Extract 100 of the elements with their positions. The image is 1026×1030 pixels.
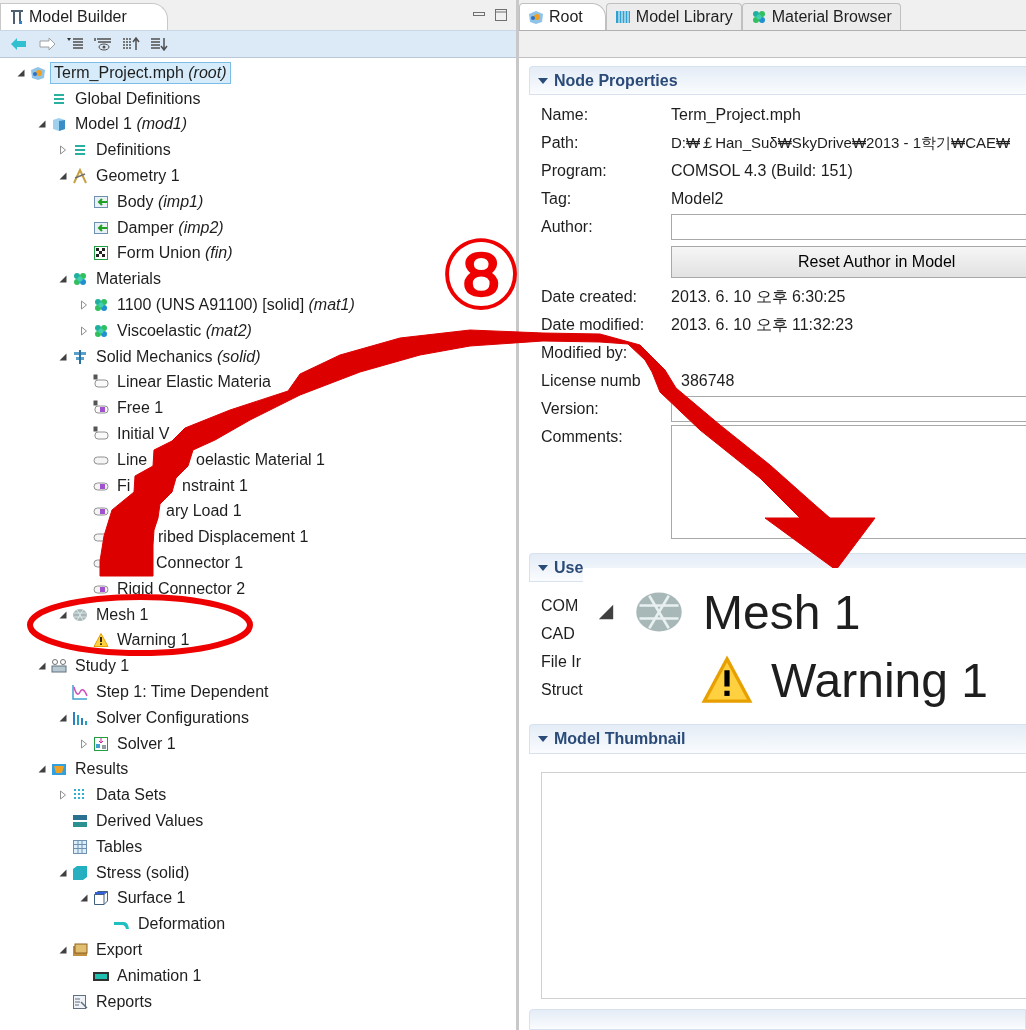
- expand-toggle[interactable]: [79, 300, 89, 311]
- reset-author-button[interactable]: Reset Author in Model: [671, 246, 1026, 279]
- expand-toggle[interactable]: [58, 790, 68, 801]
- solver-icon: [93, 735, 109, 752]
- books-icon: [614, 9, 631, 25]
- molecule-icon: [750, 9, 767, 25]
- tree-item[interactable]: ary Load 1: [166, 498, 242, 525]
- tree-item[interactable]: Form Union (fin): [113, 242, 237, 265]
- expand-toggle[interactable]: [58, 609, 68, 620]
- tree-item[interactable]: Export: [92, 939, 147, 961]
- expand-toggle[interactable]: [58, 171, 68, 182]
- bars-icon: [72, 709, 88, 726]
- row-label: File Ir: [541, 653, 581, 672]
- section-header[interactable]: Node Properties: [529, 66, 1026, 96]
- expand-toggle[interactable]: [58, 274, 68, 285]
- tree-item[interactable]: Data Sets: [92, 784, 171, 807]
- tree-item[interactable]: Fi: [113, 474, 135, 497]
- field-label: Name:: [541, 105, 590, 126]
- tree-item[interactable]: Deformation: [134, 913, 230, 936]
- warning-icon: [701, 654, 753, 706]
- expand-toggle[interactable]: [37, 661, 47, 672]
- tree-item[interactable]: Term_Project.mph (root): [50, 61, 231, 84]
- maximize-icon[interactable]: [494, 8, 508, 22]
- expand-toggle[interactable]: [58, 145, 68, 156]
- tree-item[interactable]: 1100 (UNS A91100) [solid] (mat1): [113, 294, 359, 317]
- section-header[interactable]: Model Thumbnail: [529, 724, 1026, 754]
- tree-item[interactable]: Surface 1: [113, 887, 190, 910]
- forward-icon[interactable]: [38, 37, 56, 51]
- tree-item[interactable]: Results: [71, 758, 133, 781]
- cube-icon: [72, 864, 88, 881]
- tab[interactable]: Root: [519, 3, 606, 30]
- expand-toggle[interactable]: [79, 325, 89, 336]
- tree-item[interactable]: oelastic Material 1: [196, 446, 325, 473]
- tree-item[interactable]: Solver 1: [113, 732, 180, 755]
- tree-item[interactable]: Line: [113, 448, 152, 471]
- mesh-icon: [72, 606, 88, 623]
- boundary-icon: [93, 400, 109, 417]
- tree-item[interactable]: nstraint 1: [182, 472, 248, 499]
- expand-toggle[interactable]: [79, 738, 89, 749]
- tree-item[interactable]: Derived Values: [92, 810, 208, 832]
- expand-toggle[interactable]: [58, 712, 68, 723]
- tree-item[interactable]: Free 1: [113, 397, 168, 420]
- field-value: D:₩￡Han_Suδ₩SkyDrive₩2013 - 1학기₩CAE₩: [671, 132, 1012, 153]
- expand-toggle[interactable]: [58, 945, 68, 955]
- tree-item[interactable]: Step 1: Time Dependent: [92, 681, 273, 703]
- wireframe-box-icon: [93, 890, 109, 907]
- inset-label: Mesh 1: [703, 584, 861, 640]
- expand-toggle[interactable]: [37, 764, 47, 775]
- expand-toggle[interactable]: [79, 893, 89, 904]
- field-label: Version:: [541, 399, 600, 420]
- tree-item[interactable]: ribed Displacement 1: [158, 524, 309, 551]
- tab[interactable]: Material Browser: [741, 3, 901, 30]
- row-label: COM: [541, 597, 579, 616]
- tab[interactable]: Model Library: [605, 3, 742, 30]
- study-icon: [51, 658, 67, 675]
- tree-item[interactable]: Damper (imp2): [113, 216, 228, 239]
- expand-toggle[interactable]: [16, 67, 26, 78]
- list-icon[interactable]: [66, 37, 84, 51]
- tree-item[interactable]: Body (imp1): [113, 190, 208, 213]
- view-icon[interactable]: [94, 37, 112, 51]
- checkered-flag-icon: [93, 245, 109, 262]
- expand-toggle[interactable]: [58, 867, 68, 878]
- tree-item[interactable]: Animation 1: [113, 964, 206, 987]
- collapse-icon[interactable]: [122, 37, 140, 51]
- tree-item[interactable]: Global Definitions: [71, 87, 205, 110]
- tree-item[interactable]: Model 1 (mod1): [71, 113, 192, 136]
- tree-item[interactable]: Definitions: [92, 139, 175, 162]
- folder-icon: [72, 942, 88, 958]
- expand-toggle[interactable]: [58, 351, 68, 362]
- field-label: License numb: [541, 371, 642, 392]
- tree-item[interactable]: Tables: [92, 835, 147, 858]
- expand-icon[interactable]: [150, 37, 168, 51]
- tree-item[interactable]: Warning 1: [113, 629, 194, 652]
- field-label: Program:: [541, 161, 608, 182]
- tree-item[interactable]: Solver Configurations: [92, 706, 253, 729]
- step-number: ⑧: [438, 228, 525, 324]
- tree-item[interactable]: Viscoelastic (mat2): [113, 319, 256, 342]
- domain-icon: [93, 374, 109, 391]
- tree-item[interactable]: Initial V: [113, 423, 174, 446]
- graph-icon: [72, 684, 88, 700]
- tree-item[interactable]: Geometry 1: [92, 165, 184, 188]
- tree-item[interactable]: Solid Mechanics (solid): [92, 345, 265, 368]
- field-value: 2013. 6. 10 오후 11:32:23: [671, 314, 855, 335]
- tree-item[interactable]: Materials: [92, 268, 165, 291]
- tree-item[interactable]: Study 1: [71, 655, 134, 678]
- input-field[interactable]: [671, 396, 1026, 423]
- field-label: Date modified:: [541, 315, 646, 336]
- tree-item[interactable]: Reports: [92, 990, 157, 1013]
- tree-item[interactable]: Connector 1: [156, 550, 244, 576]
- results-icon: [51, 761, 67, 778]
- compass-icon: [72, 168, 88, 185]
- molecule-icon: [93, 322, 109, 339]
- tree-item[interactable]: Linear Elastic Materia: [113, 371, 275, 394]
- import-icon: [93, 193, 109, 210]
- expand-toggle[interactable]: [37, 119, 47, 130]
- panel-tab[interactable]: Model Builder: [0, 3, 168, 30]
- tree-item[interactable]: Stress (solid): [92, 861, 194, 884]
- molecule-icon: [72, 271, 88, 288]
- tree-item[interactable]: Mesh 1: [92, 603, 153, 626]
- input-field[interactable]: [671, 214, 1026, 241]
